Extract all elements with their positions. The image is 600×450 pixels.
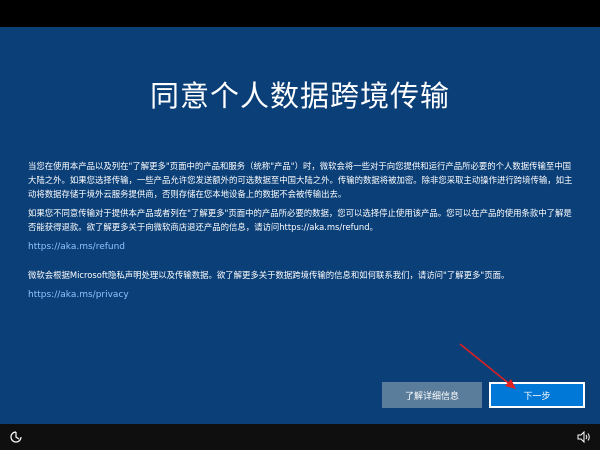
bottom-bar [0,424,600,450]
ease-of-access-icon[interactable] [9,430,23,444]
page-title: 同意个人数据跨境传输 [149,79,450,113]
refund-link[interactable]: https://aka.ms/refund [28,240,576,254]
paragraph-privacy: 微软会根据Microsoft隐私声明处理以及传输数据。欲了解更多关于数据跨境传输… [28,270,510,280]
consent-text: 当您在使用本产品以及列在"了解更多"页面中的产品和服务（统称"产品"）时，微软会… [28,159,576,316]
paragraph-transfer: 当您在使用本产品以及列在"了解更多"页面中的产品和服务（统称"产品"）时，微软会… [28,161,573,199]
privacy-link[interactable]: https://aka.ms/privacy [28,288,576,302]
red-arrow-annotation [459,343,516,389]
paragraph-refund: 如果您不同意传输对于提供本产品或者列在"了解更多"页面中的产品所必要的数据，您可… [28,208,572,232]
volume-icon[interactable] [577,431,591,443]
